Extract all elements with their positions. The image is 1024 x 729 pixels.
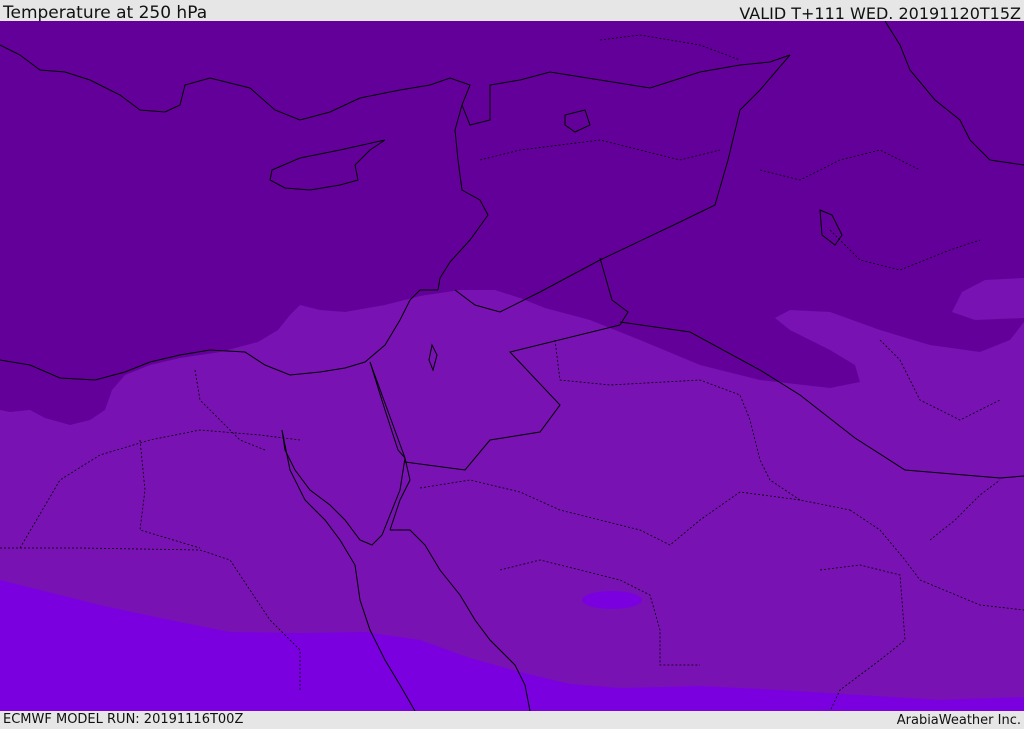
footer-bar: ECMWF MODEL RUN: 20191116T00Z ArabiaWeat… <box>0 711 1024 729</box>
weather-map[interactable] <box>0 21 1024 711</box>
temperature-patch <box>582 591 642 609</box>
credit-label: ArabiaWeather Inc. <box>896 713 1021 728</box>
model-run-label: ECMWF MODEL RUN: 20191116T00Z <box>3 712 244 727</box>
header-bar: Temperature at 250 hPa VALID T+111 WED. … <box>0 0 1024 23</box>
map-title: Temperature at 250 hPa <box>3 3 208 23</box>
